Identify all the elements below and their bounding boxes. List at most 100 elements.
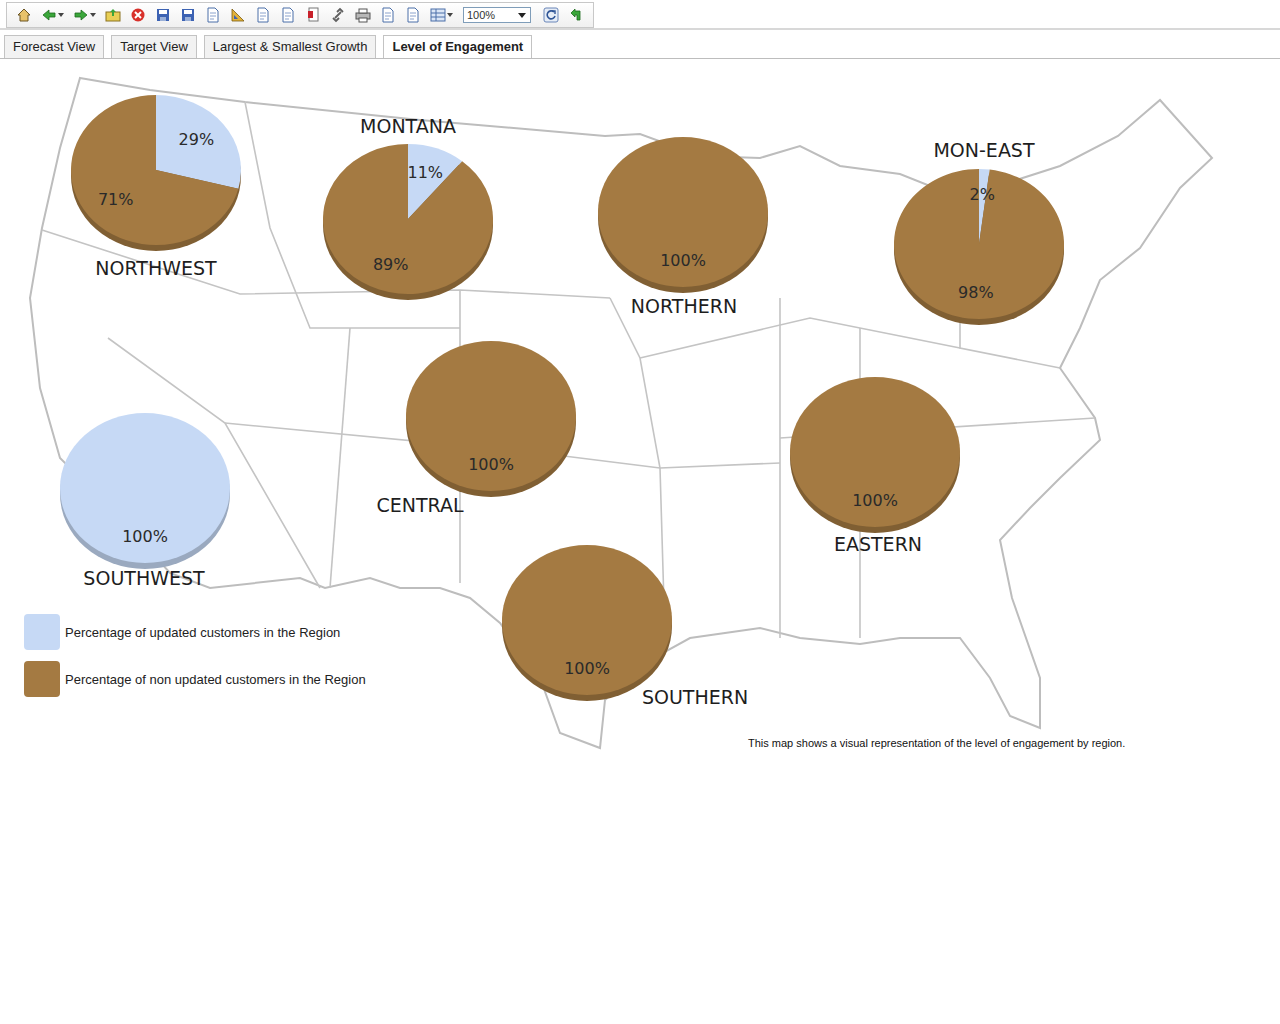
folder-up-icon — [105, 7, 121, 23]
dropdown-caret-icon[interactable] — [58, 13, 64, 17]
toolbar-button[interactable] — [540, 4, 562, 26]
slice-label: 71% — [98, 190, 134, 209]
stop-icon — [130, 7, 146, 23]
state-border — [330, 328, 350, 588]
region-pie: 29% 71% NORTHWEST — [71, 95, 241, 279]
toolbar-button[interactable] — [302, 4, 324, 26]
toolbar-button[interactable] — [377, 4, 399, 26]
toolbar-button[interactable] — [152, 4, 174, 26]
slice-label: 29% — [179, 130, 215, 149]
toolbar-button[interactable] — [402, 4, 424, 26]
region-label: EASTERN — [834, 533, 922, 555]
slice-label: 89% — [373, 255, 409, 274]
save-as-icon — [180, 7, 196, 23]
toolbar-button[interactable] — [38, 4, 67, 26]
slice-label: 11% — [407, 163, 443, 182]
region-label: SOUTHWEST — [83, 567, 205, 589]
save-icon — [155, 7, 171, 23]
region-label: CENTRAL — [376, 494, 464, 516]
paste-icon — [405, 7, 421, 23]
return-icon — [568, 7, 584, 23]
chart-icon — [230, 7, 246, 23]
zoom-select[interactable]: 100% — [463, 7, 531, 23]
toolbar-button[interactable] — [352, 4, 374, 26]
toolbar-button[interactable] — [177, 4, 199, 26]
refresh-icon — [543, 7, 559, 23]
link-icon — [330, 7, 346, 23]
report-viewer: 100% Forecast View Target View Largest & Sm… — [0, 0, 1280, 1024]
page-icon — [255, 7, 271, 23]
pie-slice — [71, 95, 238, 245]
state-border — [640, 318, 960, 358]
pie-slice — [323, 144, 493, 294]
region-pie: 100% EASTERN — [790, 377, 960, 555]
tab[interactable]: Largest & Smallest Growth — [204, 35, 377, 58]
print-icon — [355, 7, 371, 23]
pie-slice — [406, 341, 576, 491]
toolbar-button[interactable] — [70, 4, 99, 26]
region-label: MON-EAST — [933, 139, 1034, 161]
home-icon — [16, 7, 32, 23]
tab[interactable]: Target View — [111, 35, 197, 58]
legend-item: Percentage of non updated customers in t… — [24, 661, 366, 697]
toolbar-button[interactable] — [252, 4, 274, 26]
legend: Percentage of updated customers in the R… — [24, 614, 366, 697]
region-pie: 100% NORTHERN — [598, 137, 768, 317]
slice-label: 100% — [122, 527, 168, 546]
state-border — [779, 298, 781, 638]
toolbar-row: 100% — [0, 0, 1280, 30]
us-outline — [30, 78, 1212, 748]
zoom-value: 100% — [464, 9, 495, 21]
tab-bar: Forecast View Target View Largest & Smalle… — [0, 30, 1280, 59]
legend-label: Percentage of updated customers in the R… — [65, 625, 340, 640]
back-icon — [41, 7, 57, 23]
region-label: MONTANA — [360, 115, 456, 137]
toolbar-button[interactable] — [227, 4, 249, 26]
region-label: SOUTHERN — [642, 686, 748, 708]
dropdown-caret-icon[interactable] — [90, 13, 96, 17]
dropdown-caret-icon[interactable] — [447, 13, 453, 17]
legend-label: Percentage of non updated customers in t… — [65, 672, 366, 687]
slice-label: 100% — [852, 491, 898, 510]
legend-swatch — [24, 661, 60, 697]
toolbar-button[interactable] — [13, 4, 35, 26]
region-pie: 100% SOUTHWEST — [60, 413, 230, 589]
legend-item: Percentage of updated customers in the R… — [24, 614, 366, 650]
slice-label: 100% — [660, 251, 706, 270]
toolbar-button[interactable] — [127, 4, 149, 26]
slice-label: 98% — [958, 283, 994, 302]
pie-slice — [790, 377, 960, 527]
us-map: 29% 71% NORTHWEST 11% 89% MONTANA 100% NORTHERN… — [0, 59, 1280, 759]
slice-label: 100% — [468, 455, 514, 474]
legend-swatch — [24, 614, 60, 650]
region-label: NORTHWEST — [95, 257, 217, 279]
export-icon — [280, 7, 296, 23]
region-pie: 100% SOUTHERN — [502, 545, 748, 708]
toolbar: 100% — [6, 2, 594, 28]
region-pie: 2% 98% MON-EAST — [894, 139, 1064, 325]
region-pie: 11% 89% MONTANA — [323, 115, 493, 300]
copy-icon — [380, 7, 396, 23]
toolbar-button[interactable] — [565, 4, 587, 26]
toolbar-button[interactable] — [102, 4, 124, 26]
pie-slice — [894, 169, 1064, 319]
pie-slice — [60, 413, 230, 563]
slice-label: 100% — [564, 659, 610, 678]
toolbar-button[interactable] — [277, 4, 299, 26]
map-note: This map shows a visual representation o… — [748, 737, 1125, 749]
pdf-icon — [305, 7, 321, 23]
slice-label: 2% — [970, 185, 995, 204]
toolbar-button[interactable] — [327, 4, 349, 26]
map-canvas: 29% 71% NORTHWEST 11% 89% MONTANA 100% NORTHERN… — [0, 59, 1280, 759]
toolbar-button[interactable] — [427, 4, 456, 26]
tab[interactable]: Level of Engagement — [383, 35, 532, 58]
tab[interactable]: Forecast View — [4, 35, 104, 58]
region-pie: 100% CENTRAL — [376, 341, 576, 516]
pie-slice — [502, 545, 672, 695]
document-icon — [205, 7, 221, 23]
region-label: NORTHERN — [631, 295, 737, 317]
layout-icon — [430, 7, 446, 23]
zoom-caret-icon[interactable] — [518, 13, 526, 18]
toolbar-button[interactable] — [202, 4, 224, 26]
pie-slice — [598, 137, 768, 287]
